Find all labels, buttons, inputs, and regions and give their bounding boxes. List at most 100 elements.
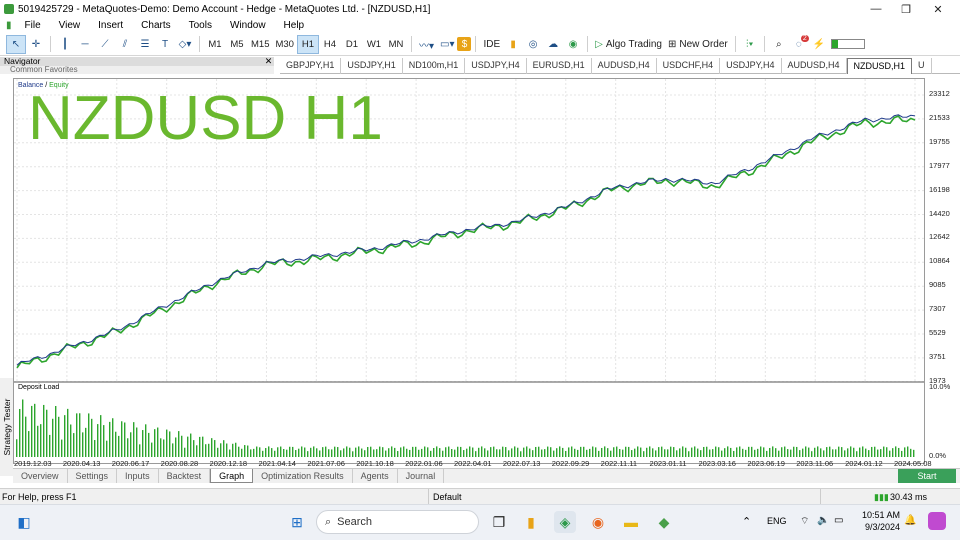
timeframe-m15[interactable]: M15 <box>248 35 272 54</box>
signal-strength-icon[interactable]: ⚡ <box>809 35 829 54</box>
navigator-close-icon[interactable]: ✕ <box>263 57 274 66</box>
vertical-line-icon[interactable]: ┃ <box>55 35 75 54</box>
horizontal-line-icon[interactable]: ─ <box>75 35 95 54</box>
symbol-tab[interactable]: USDCHF,H4 <box>657 58 721 74</box>
taskbar-search[interactable]: ⌕ Search <box>316 510 479 534</box>
vps-icon[interactable]: ◉ <box>563 35 583 54</box>
navigator-subtabs[interactable]: Common Favorites <box>0 66 274 74</box>
deposit-load-bar <box>175 437 177 457</box>
cursor-tool-icon[interactable]: ↖ <box>6 34 26 54</box>
tray-chevron-icon[interactable]: ⌃ <box>742 515 751 528</box>
menu-view[interactable]: View <box>50 20 90 31</box>
cloud-icon[interactable]: ☁ <box>543 35 563 54</box>
restore-button[interactable]: ❐ <box>890 0 922 18</box>
timeframe-mn[interactable]: MN <box>385 35 407 54</box>
task-view-icon[interactable]: ❐ <box>488 511 510 533</box>
deposit-load-bar <box>592 446 594 457</box>
deposit-load-bar <box>163 439 165 457</box>
timeframe-w1[interactable]: W1 <box>363 35 385 54</box>
signals-icon[interactable]: ⫶▾ <box>740 35 760 54</box>
symbol-tab[interactable]: U <box>912 58 932 74</box>
deposit-load-bar <box>226 443 228 457</box>
menu-file[interactable]: File <box>16 20 50 31</box>
tester-tab-graph[interactable]: Graph <box>210 469 254 483</box>
timeframe-h4[interactable]: H4 <box>319 35 341 54</box>
mt5-menu-icon[interactable]: ▮ <box>0 20 16 31</box>
deposit-load-bar <box>694 446 696 457</box>
tester-tab-overview[interactable]: Overview <box>13 469 68 483</box>
close-button[interactable]: ✕ <box>922 0 954 18</box>
deposit-load-bar <box>529 448 531 457</box>
deposit-load-bar <box>397 451 399 457</box>
menu-window[interactable]: Window <box>221 20 275 31</box>
windows-start-icon[interactable]: ⊞ <box>286 511 308 533</box>
deposit-load-bar <box>448 446 450 457</box>
language-indicator[interactable]: ENG <box>767 516 787 526</box>
symbol-tab[interactable]: AUDUSD,H4 <box>592 58 657 74</box>
menu-charts[interactable]: Charts <box>132 20 179 31</box>
deposit-load-bar <box>859 447 861 457</box>
tester-tab-agents[interactable]: Agents <box>353 469 398 483</box>
app-icon-1[interactable]: ▮ <box>520 511 542 533</box>
shapes-icon[interactable]: ◇▾ <box>175 35 195 54</box>
symbol-tab[interactable]: NZDUSD,H1 <box>846 58 913 74</box>
algo-trading-button[interactable]: ▷ Algo Trading <box>592 35 665 54</box>
file-explorer-icon[interactable]: ▬ <box>620 511 642 533</box>
widgets-icon[interactable]: ◧ <box>13 511 35 533</box>
start-button[interactable]: Start <box>898 469 956 483</box>
bell-icon[interactable]: 🔔 <box>904 515 916 526</box>
lock-icon[interactable]: ▮ <box>503 35 523 54</box>
deposit-load-bar <box>25 416 27 457</box>
firefox-icon[interactable]: ◉ <box>587 511 609 533</box>
menu-insert[interactable]: Insert <box>89 20 132 31</box>
trendline-icon[interactable]: ⟋ <box>95 35 115 54</box>
symbol-tab[interactable]: EURUSD,H1 <box>527 58 592 74</box>
tester-tab-settings[interactable]: Settings <box>68 469 118 483</box>
symbol-tab[interactable]: ND100m,H1 <box>403 58 466 74</box>
copilot-icon[interactable] <box>928 512 946 530</box>
new-order-button[interactable]: ⊞ New Order <box>665 35 731 54</box>
network-icon[interactable]: ⌔ <box>800 515 809 528</box>
tester-tab-journal[interactable]: Journal <box>398 469 445 483</box>
deposit-load-bar <box>814 447 816 457</box>
ide-button[interactable]: IDE <box>480 35 503 54</box>
timeframe-d1[interactable]: D1 <box>341 35 363 54</box>
chart-type-icon[interactable]: 〰▾ <box>416 35 437 54</box>
symbol-tab[interactable]: USDJPY,H4 <box>465 58 527 74</box>
symbol-tab[interactable]: USDJPY,H1 <box>341 58 403 74</box>
tester-tab-inputs[interactable]: Inputs <box>117 469 159 483</box>
notifications-icon[interactable]: ◌ 2 <box>789 34 809 54</box>
y-tick-label: 16198 <box>929 184 950 194</box>
deposit-load-bar <box>157 427 159 457</box>
metaeditor-icon[interactable]: ◆ <box>653 511 675 533</box>
crosshair-tool-icon[interactable]: ✛ <box>26 35 46 54</box>
deposit-load-bar <box>436 446 438 457</box>
volume-icon[interactable]: 🔈 <box>817 515 829 526</box>
minimize-button[interactable]: — <box>860 0 892 18</box>
clock[interactable]: 10:51 AM 9/3/2024 <box>852 509 900 533</box>
timeframe-h1[interactable]: H1 <box>296 34 319 54</box>
template-icon[interactable]: ▭▾ <box>437 35 457 54</box>
symbol-tab[interactable]: USDJPY,H4 <box>720 58 782 74</box>
timeframe-m5[interactable]: M5 <box>226 35 248 54</box>
timeframe-m30[interactable]: M30 <box>272 35 296 54</box>
search-icon[interactable]: ⌕ <box>769 35 789 54</box>
strategy-tester-label: Strategy Tester <box>2 398 12 456</box>
fibonacci-icon[interactable]: ☰ <box>135 35 155 54</box>
timeframe-m1[interactable]: M1 <box>204 35 226 54</box>
menu-tools[interactable]: Tools <box>180 20 221 31</box>
symbol-tab[interactable]: AUDUSD,H4 <box>782 58 847 74</box>
text-tool-icon[interactable]: T <box>155 35 175 54</box>
channel-icon[interactable]: ⫽ <box>115 35 135 54</box>
deposit-load-bar <box>64 415 66 457</box>
dollar-icon[interactable]: $ <box>457 37 472 51</box>
tester-tab-optimization-results[interactable]: Optimization Results <box>253 469 353 483</box>
symbol-tab[interactable]: GBPJPY,H1 <box>280 58 342 74</box>
battery-icon[interactable]: ▭ <box>834 515 843 526</box>
tester-tab-backtest[interactable]: Backtest <box>159 469 211 483</box>
menu-help[interactable]: Help <box>275 20 314 31</box>
deposit-load-bar <box>337 447 339 457</box>
metatrader-taskbar-icon[interactable]: ◈ <box>554 511 576 533</box>
wifi-icon[interactable]: ◎ <box>523 35 543 54</box>
deposit-load-bar <box>340 450 342 457</box>
